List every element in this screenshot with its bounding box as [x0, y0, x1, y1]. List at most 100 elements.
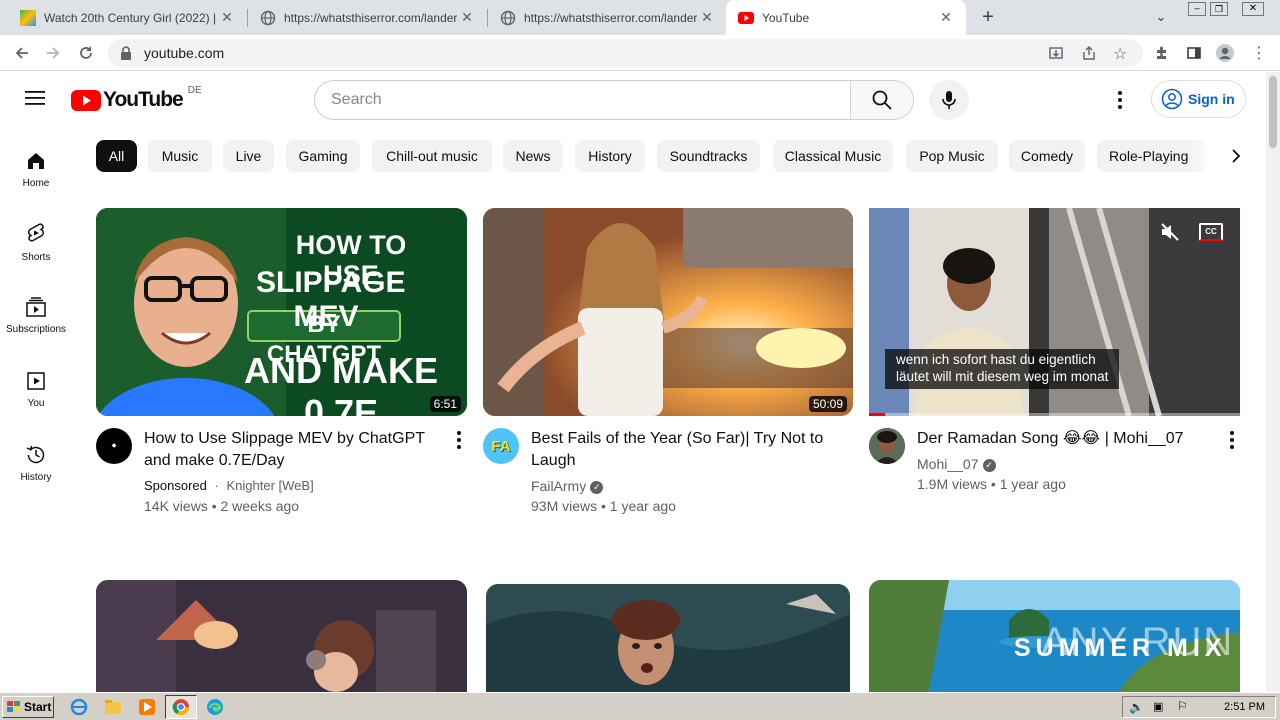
chip-gaming[interactable]: Gaming [286, 140, 360, 172]
guide-item-home[interactable]: Home [0, 148, 72, 218]
video-menu-button[interactable] [447, 428, 471, 452]
video-title-line: and make 0.7E/Day [144, 452, 285, 469]
reload-icon[interactable] [73, 40, 99, 66]
browser-tab-1[interactable]: Watch 20th Century Girl (2022) | Ko ✕ [0, 0, 247, 35]
browser-tab-youtube[interactable]: YouTube ✕ [726, 0, 966, 35]
verified-check-icon: ✓ [590, 480, 604, 494]
browser-toolbar: youtube.com ☆ ⋮ [0, 35, 1280, 71]
video-thumbnail[interactable] [486, 584, 850, 692]
video-thumbnail[interactable]: HOW TO USE SLIPPAGE MEV BY CHATGPT AND M… [96, 208, 467, 416]
microphone-icon [942, 91, 956, 109]
channel-avatar[interactable]: ◆ [96, 428, 132, 464]
close-window-icon[interactable]: ✕ [1242, 2, 1264, 16]
browser-tab-2[interactable]: https://whatsthiserror.com/landers/ ✕ [240, 0, 487, 35]
back-icon[interactable] [9, 40, 35, 66]
chip-live[interactable]: Live [223, 140, 274, 172]
channel-avatar[interactable]: FA [483, 428, 519, 464]
network-icon[interactable]: ▣ [1153, 700, 1163, 713]
subscriptions-icon [26, 297, 46, 317]
video-thumbnail[interactable] [96, 580, 467, 692]
new-tab-icon[interactable]: + [977, 6, 999, 28]
guide-menu-icon[interactable] [24, 89, 48, 109]
chip-soundtracks[interactable]: Soundtracks [657, 140, 760, 172]
tab-title: YouTube [762, 10, 810, 25]
action-center-flag-icon[interactable]: ⚐ [1177, 699, 1188, 713]
browser-menu-icon[interactable]: ⋮ [1246, 40, 1272, 66]
url-text: youtube.com [144, 45, 225, 61]
video-thumbnail[interactable]: SUMMER MIX ANY RUN [869, 580, 1240, 692]
channel-avatar[interactable] [869, 428, 905, 464]
guide-item-you[interactable]: You [0, 370, 72, 440]
tab-title: https://whatsthiserror.com/landers/ [284, 10, 457, 25]
video-byline: Mohi__07 ✓ [917, 454, 996, 474]
sign-in-button[interactable]: Sign in [1151, 80, 1246, 118]
progress-track[interactable] [869, 413, 1240, 416]
channel-name[interactable]: FailArmy [531, 478, 586, 494]
account-circle-icon [1161, 88, 1183, 110]
chips-next-button[interactable] [1224, 144, 1248, 168]
channel-name[interactable]: Knighter [WeB] [226, 478, 313, 493]
dot-separator: · [214, 478, 219, 493]
tab-close-icon[interactable]: ✕ [457, 9, 477, 26]
internet-explorer-icon[interactable] [70, 698, 88, 716]
guide-item-history[interactable]: History [0, 444, 72, 514]
forward-icon[interactable] [40, 40, 66, 66]
profile-icon[interactable] [1212, 40, 1238, 66]
video-menu-button[interactable] [1220, 428, 1244, 452]
chip-classical-music[interactable]: Classical Music [773, 140, 893, 172]
chip-pop-music[interactable]: Pop Music [906, 140, 998, 172]
chip-history[interactable]: History [575, 140, 645, 172]
youtube-play-logo-icon [71, 89, 101, 111]
install-app-icon[interactable] [1048, 45, 1064, 64]
restore-icon[interactable]: ❐ [1210, 2, 1228, 16]
video-title[interactable]: Best Fails of the Year (So Far)| Try Not… [531, 428, 831, 472]
vertical-dots-icon [1108, 88, 1132, 112]
tab-close-icon[interactable]: ✕ [217, 9, 237, 26]
shorts-icon [27, 223, 45, 242]
chevron-right-icon [1232, 149, 1241, 163]
caption-line: läutet will mit diesem weg im monat [896, 369, 1109, 384]
guide-item-subscriptions[interactable]: Subscriptions [0, 296, 72, 366]
guide-item-shorts[interactable]: Shorts [0, 222, 72, 292]
chrome-taskbar-button[interactable] [165, 695, 197, 719]
file-explorer-icon[interactable] [104, 698, 122, 716]
side-panel-icon[interactable] [1181, 40, 1207, 66]
search-input[interactable]: Search [314, 80, 851, 120]
video-title[interactable]: How to Use Slippage MEV by ChatGPT and m… [144, 428, 434, 472]
video-thumbnail[interactable]: 50:09 [483, 208, 853, 416]
chip-comedy[interactable]: Comedy [1009, 140, 1085, 172]
captions-button[interactable]: CC [1199, 223, 1223, 241]
volume-icon[interactable]: 🔈 [1129, 700, 1144, 714]
media-player-icon[interactable] [138, 698, 156, 716]
tab-close-icon[interactable]: ✕ [936, 9, 956, 26]
chip-all[interactable]: All [96, 140, 137, 172]
settings-menu-button[interactable] [1108, 88, 1132, 112]
minimize-icon[interactable]: – [1188, 2, 1206, 16]
video-preview-player[interactable]: CC wenn ich sofort hast du eigentlich lä… [869, 208, 1240, 416]
bookmark-star-icon[interactable]: ☆ [1113, 44, 1127, 64]
omnibox[interactable]: youtube.com ☆ [108, 39, 1143, 67]
channel-name[interactable]: Mohi__07 [917, 456, 979, 472]
globe-icon [500, 10, 516, 25]
video-title[interactable]: Der Ramadan Song 😂😂 | Mohi__07 [917, 428, 1217, 450]
extensions-icon[interactable] [1149, 40, 1175, 66]
page-scrollbar[interactable] [1266, 72, 1280, 692]
search-button[interactable] [850, 80, 914, 120]
chip-news[interactable]: News [503, 140, 563, 172]
mute-icon[interactable] [1155, 220, 1185, 244]
voice-search-button[interactable] [929, 80, 969, 120]
avatar-photo [869, 428, 905, 464]
share-icon[interactable] [1081, 45, 1097, 64]
edge-icon[interactable] [206, 698, 224, 716]
tab-close-icon[interactable]: ✕ [697, 9, 717, 26]
scrollbar-thumb[interactable] [1269, 76, 1277, 148]
video-byline: Sponsored · Knighter [WeB] [144, 476, 314, 496]
chip-music[interactable]: Music [148, 140, 212, 172]
chip-chill-out-music[interactable]: Chill-out music [372, 140, 492, 172]
start-button[interactable]: Start [2, 696, 54, 718]
tab-search-icon[interactable]: ⌄ [1152, 6, 1170, 28]
youtube-header: YouTube DE Search Sign in [0, 72, 1266, 128]
browser-tab-3[interactable]: https://whatsthiserror.com/landers/ ✕ [480, 0, 727, 35]
youtube-logo[interactable]: YouTube DE [71, 85, 202, 112]
video-stats: 14K views • 2 weeks ago [144, 498, 300, 514]
